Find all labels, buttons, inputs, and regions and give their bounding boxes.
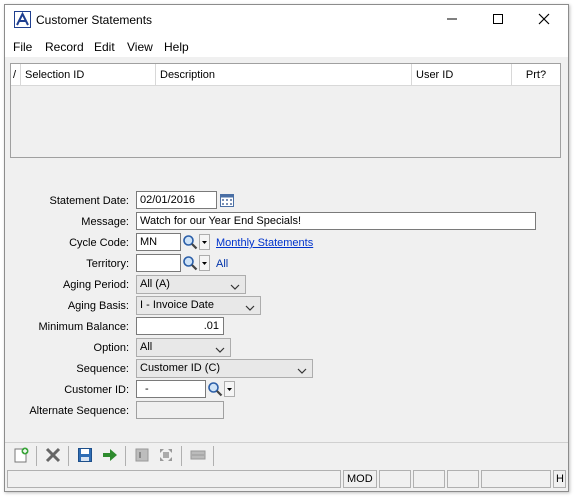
territory-dropdown[interactable] xyxy=(199,255,210,271)
save-icon xyxy=(77,447,93,466)
close-icon xyxy=(538,13,550,28)
aging-basis-label: Aging Basis: xyxy=(67,300,129,312)
calendar-icon[interactable] xyxy=(219,192,235,208)
statement-date-label: Statement Date: xyxy=(49,195,130,207)
aging-period-label: Aging Period: xyxy=(62,279,129,291)
first-record-button[interactable] xyxy=(132,446,152,466)
selection-grid[interactable]: / Selection ID Description User ID Prt? xyxy=(10,63,561,158)
save-button[interactable] xyxy=(75,446,95,466)
title-bar: Customer Statements xyxy=(5,5,568,35)
customer-id-label: Customer ID: xyxy=(64,384,129,396)
minimize-icon xyxy=(446,13,458,28)
window-title: Customer Statements xyxy=(36,13,153,27)
list-icon xyxy=(190,447,206,466)
grid-marker: / xyxy=(11,64,21,86)
alternate-sequence-field xyxy=(136,401,224,419)
chevron-down-icon xyxy=(245,301,255,318)
option-label: Option: xyxy=(93,342,129,354)
delete-icon xyxy=(45,447,61,466)
expand-icon xyxy=(158,447,174,466)
cycle-code-label: Cycle Code: xyxy=(69,237,129,249)
new-record-button[interactable] xyxy=(11,446,31,466)
chevron-down-icon xyxy=(200,240,209,252)
cycle-code-field[interactable]: MN xyxy=(136,233,181,251)
column-selection-id[interactable]: Selection ID xyxy=(21,64,156,86)
chevron-down-icon xyxy=(215,343,225,360)
column-description[interactable]: Description xyxy=(156,64,412,86)
menu-edit[interactable]: Edit xyxy=(94,40,115,54)
column-user-id[interactable]: User ID xyxy=(412,64,512,86)
cycle-code-description-link[interactable]: Monthly Statements xyxy=(216,237,313,249)
customer-id-field[interactable]: - xyxy=(136,380,206,398)
close-button[interactable] xyxy=(521,5,567,35)
delete-button[interactable] xyxy=(43,446,63,466)
toolbar-separator xyxy=(181,446,182,466)
chevron-down-icon xyxy=(230,280,240,297)
chevron-down-icon xyxy=(225,387,234,399)
new-record-icon xyxy=(12,446,30,467)
status-cell xyxy=(481,470,551,488)
maximize-icon xyxy=(492,13,504,28)
column-print[interactable]: Prt? xyxy=(512,64,560,86)
toolbar-separator xyxy=(68,446,69,466)
message-field[interactable]: Watch for our Year End Specials! xyxy=(136,212,536,230)
menu-record[interactable]: Record xyxy=(45,40,84,54)
customer-statements-window: Customer Statements File Record Edit Vie… xyxy=(4,4,569,492)
cycle-code-dropdown[interactable] xyxy=(199,234,210,250)
grid-header: / Selection ID Description User ID Prt? xyxy=(11,64,560,86)
status-cell xyxy=(379,470,411,488)
maximize-button[interactable] xyxy=(475,5,521,35)
status-cell xyxy=(447,470,479,488)
chevron-down-icon xyxy=(297,364,307,381)
toolbar-separator xyxy=(125,446,126,466)
menu-file[interactable]: File xyxy=(13,40,32,54)
territory-label: Territory: xyxy=(86,258,129,270)
statement-date-field[interactable]: 02/01/2016 xyxy=(136,191,217,209)
status-hi: HI xyxy=(553,470,566,488)
expand-button[interactable] xyxy=(156,446,176,466)
sequence-select[interactable]: Customer ID (C) xyxy=(136,359,313,378)
cycle-code-search-icon[interactable] xyxy=(182,234,198,250)
aging-period-value: All (A) xyxy=(140,278,170,290)
minimum-balance-label: Minimum Balance: xyxy=(38,321,129,333)
menu-bar: File Record Edit View Help xyxy=(5,35,568,57)
sequence-label: Sequence: xyxy=(76,363,129,375)
option-value: All xyxy=(140,341,153,353)
territory-description: All xyxy=(216,258,229,270)
toolbar-separator xyxy=(213,446,214,466)
message-label: Message: xyxy=(81,216,129,228)
territory-search-icon[interactable] xyxy=(182,255,198,271)
minimize-button[interactable] xyxy=(429,5,475,35)
status-bar: MOD HI xyxy=(5,468,568,490)
menu-view[interactable]: View xyxy=(127,40,153,54)
minimum-balance-field[interactable]: .01 xyxy=(136,317,224,335)
status-cell xyxy=(413,470,445,488)
aging-basis-select[interactable]: I - Invoice Date xyxy=(136,296,261,315)
option-select[interactable]: All xyxy=(136,338,231,357)
menu-help[interactable]: Help xyxy=(164,40,189,54)
status-mode: MOD xyxy=(343,470,377,488)
aging-basis-value: I - Invoice Date xyxy=(140,299,214,311)
toolbar-separator xyxy=(36,446,37,466)
process-button[interactable] xyxy=(100,446,120,466)
app-logo-icon xyxy=(14,11,31,28)
sequence-value: Customer ID (C) xyxy=(140,362,221,374)
chevron-down-icon xyxy=(200,261,209,273)
next-arrow-icon xyxy=(102,447,118,466)
alternate-sequence-label: Alternate Sequence: xyxy=(29,405,129,417)
customer-id-dropdown[interactable] xyxy=(224,381,235,397)
status-message xyxy=(7,470,341,488)
aging-period-select[interactable]: All (A) xyxy=(136,275,246,294)
first-record-icon xyxy=(134,447,150,466)
list-button[interactable] xyxy=(188,446,208,466)
territory-field[interactable] xyxy=(136,254,181,272)
toolbar xyxy=(5,442,568,466)
customer-id-search-icon[interactable] xyxy=(207,381,223,397)
